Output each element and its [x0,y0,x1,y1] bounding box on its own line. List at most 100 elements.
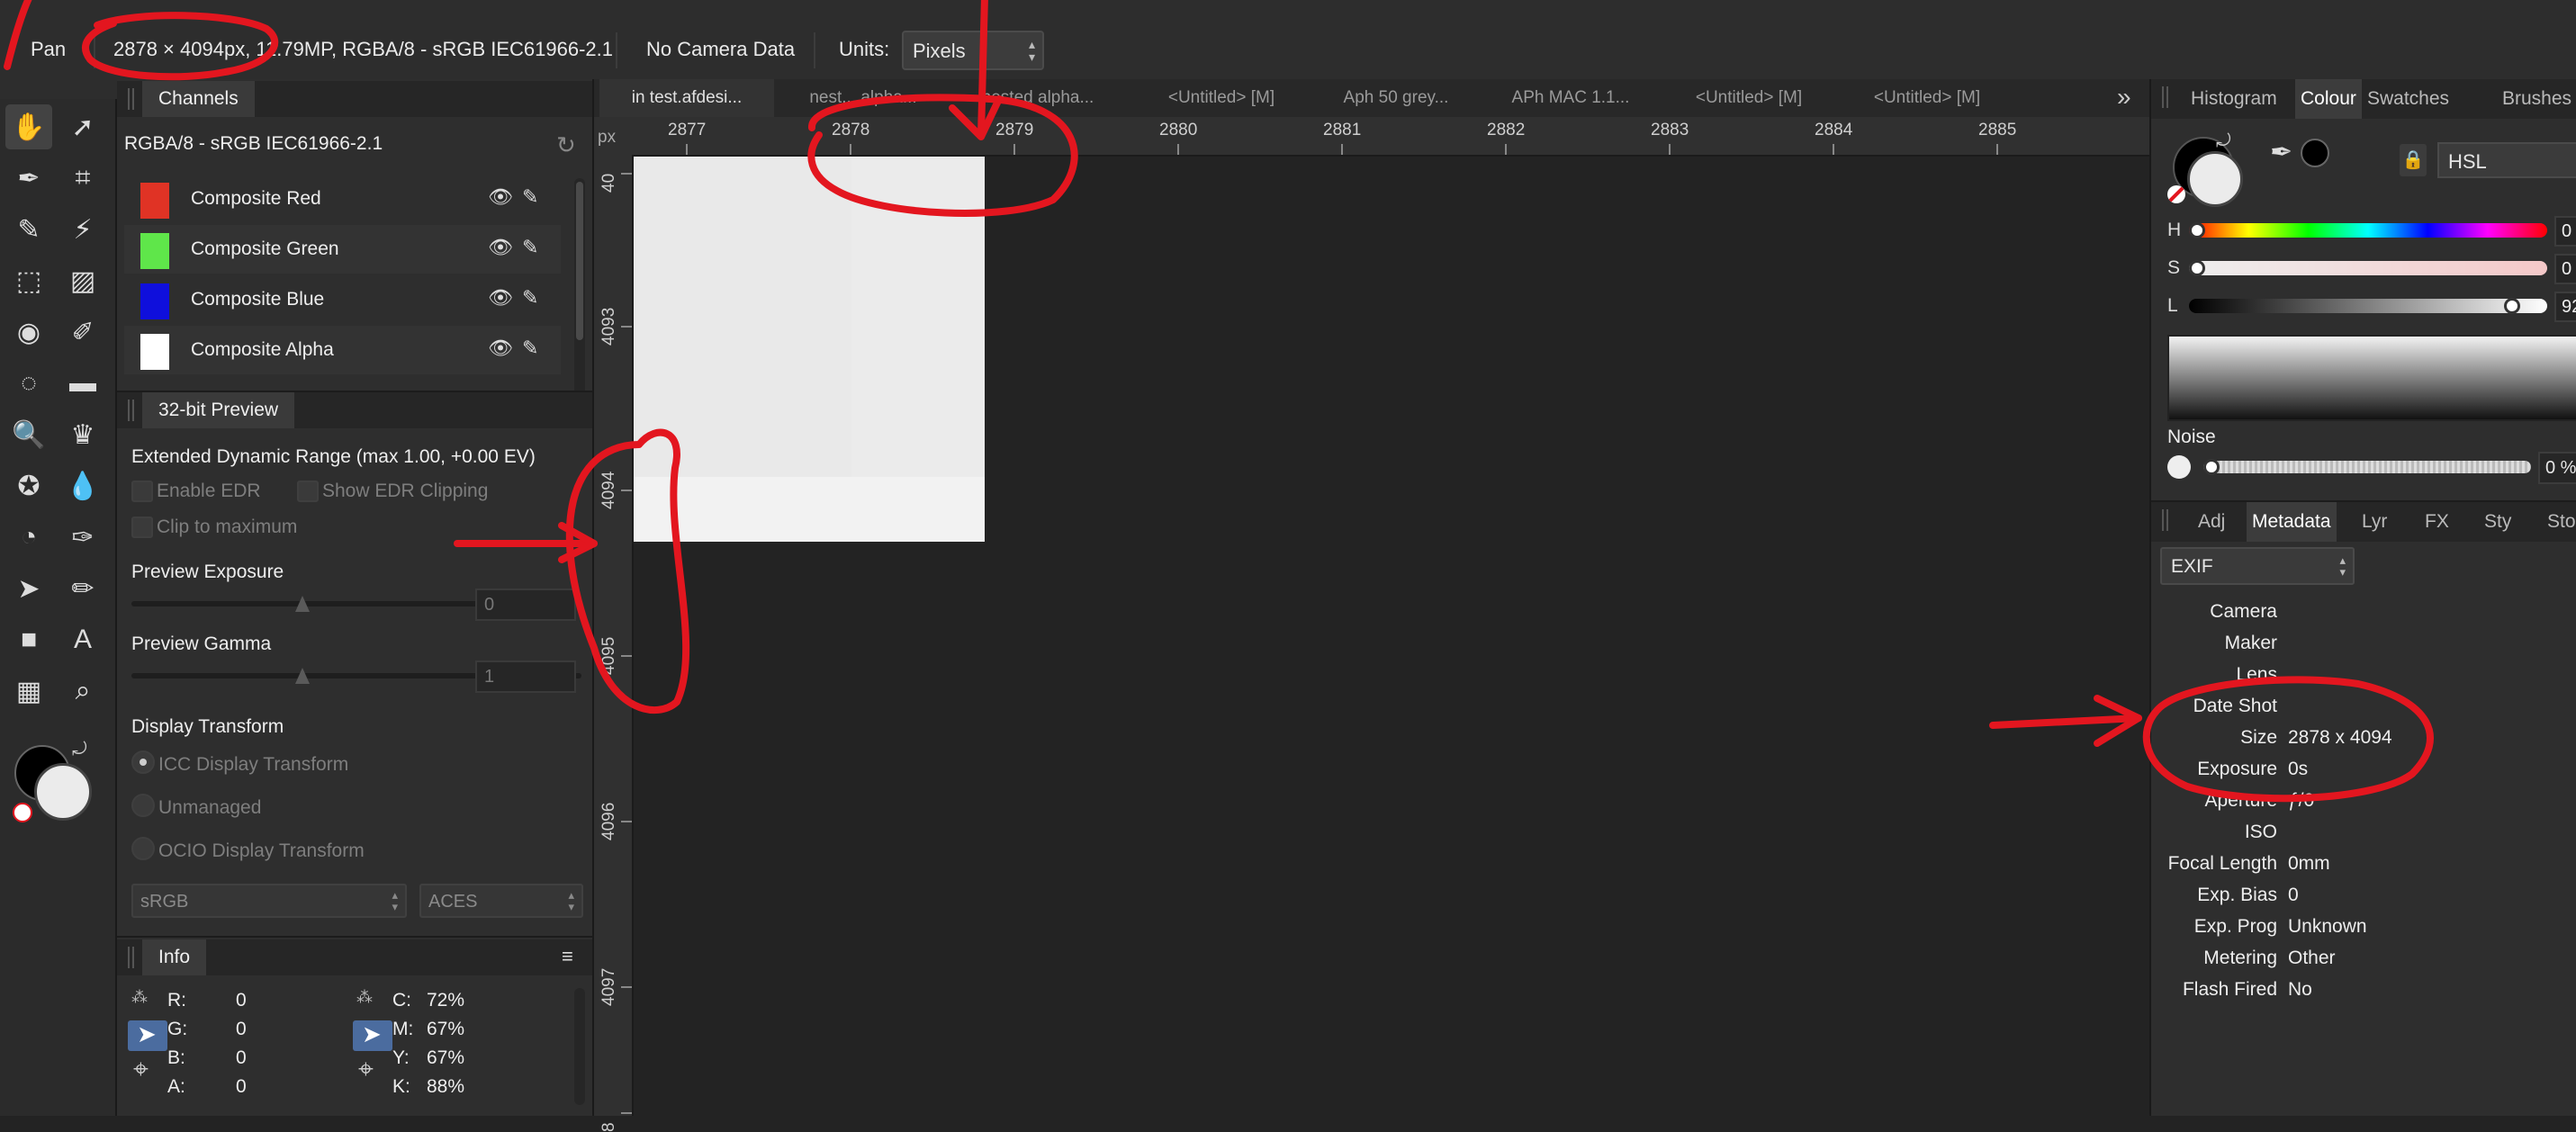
tab-lyr[interactable]: Lyr [2362,502,2387,542]
lightness-value-field[interactable]: 92 [2554,292,2576,322]
lightness-slider-handle[interactable] [2503,298,2520,314]
document-tab[interactable]: <Untitled> [M] [1840,79,2014,117]
tab-brushes[interactable]: Brushes [2502,79,2571,119]
saturation-slider-handle[interactable] [2189,260,2205,276]
reset-icon[interactable]: ↻ [556,131,576,159]
mesh-tool[interactable]: ▦ [5,669,52,714]
channel-row[interactable]: Composite Green 👁 ✎ [124,225,561,274]
tab-info[interactable]: Info [142,939,207,975]
tab-colour[interactable]: Colour [2295,79,2362,119]
eyedropper-icon[interactable]: ✒ [2270,137,2292,168]
more-tabs-icon[interactable]: » [2117,83,2131,112]
saturation-value-field[interactable]: 0 [2554,254,2576,284]
noise-slider-handle[interactable] [2203,459,2220,475]
pencil-tool[interactable]: ✏ [59,566,106,611]
tab-adj[interactable]: Adj [2198,502,2225,542]
saturation-slider[interactable] [2189,261,2547,275]
document-tab[interactable]: <Untitled> [M] [1662,79,1836,117]
swap-colours-icon[interactable]: ⤾ [2216,131,2231,152]
edit-icon[interactable]: ✎ [522,236,538,259]
edit-icon[interactable]: ✎ [522,286,538,310]
panel-menu-icon[interactable]: ≡ [562,945,573,968]
move-tool[interactable]: ➚ [59,104,106,149]
clip-to-max-checkbox[interactable] [131,517,153,538]
tab-sty[interactable]: Sty [2484,502,2511,542]
hue-value-field[interactable]: 0 [2554,216,2576,247]
no-colour-icon[interactable] [2167,185,2185,203]
crosshair-icon[interactable]: ⌖ [133,1055,149,1085]
drag-grip-icon[interactable] [128,400,137,421]
clone-tool[interactable]: ♛ [59,412,106,457]
lightness-slider[interactable] [2189,299,2547,313]
color-wheel-tool[interactable]: ◉ [5,310,52,355]
noise-value-field[interactable]: 0 % [2538,452,2576,484]
marquee-tool[interactable]: ⬚ [5,258,52,303]
rectangle-tool[interactable]: ■ [5,617,52,662]
enable-edr-checkbox[interactable] [131,481,153,502]
gamma-value-field[interactable]: 1 [475,660,576,693]
swap-colours-icon[interactable]: ⤾ [72,740,87,760]
show-edr-clipping-checkbox[interactable] [297,481,319,502]
blur-tool[interactable]: 💧 [59,463,106,508]
ocio-config-dropdown[interactable]: sRGB ▴ ▾ [131,884,407,918]
fill-colour-well[interactable] [34,763,92,821]
eye-icon[interactable]: 👁 [488,286,513,310]
units-select[interactable]: Pixels ▴ ▾ [902,31,1044,70]
eye-icon[interactable]: 👁 [488,185,513,209]
dodge-tool[interactable]: ◔ [5,515,52,560]
no-colour-icon[interactable] [13,803,32,822]
channel-row[interactable]: Composite Blue 👁 ✎ [124,275,561,324]
tab-histogram[interactable]: Histogram [2191,79,2277,119]
ocio-view-dropdown[interactable]: ACES ▴ ▾ [419,884,583,918]
tab-swatches[interactable]: Swatches [2367,79,2449,119]
brush-tool[interactable]: ✐ [59,310,106,355]
pan-tool[interactable]: ✋ [5,104,52,149]
ocio-radio[interactable] [131,837,155,860]
channel-row[interactable]: Composite Alpha 👁 ✎ [124,326,561,374]
exposure-value-field[interactable]: 0 [475,588,576,621]
sponge-tool[interactable]: ✪ [5,463,52,508]
document-tab[interactable]: Aph 50 grey... [1309,79,1483,117]
document-tab[interactable]: nested alpha... [950,79,1125,117]
flood-fill-tool[interactable]: ▨ [59,258,106,303]
drag-grip-icon[interactable] [128,88,137,110]
paint-brush-tool[interactable]: ✎ [5,207,52,252]
crosshair-icon[interactable]: ⌖ [358,1055,374,1085]
hue-slider[interactable] [2189,223,2547,238]
channel-row[interactable]: Composite Red 👁 ✎ [124,175,561,223]
document-tab[interactable]: nest... alpha... [776,79,950,117]
info-scrollbar[interactable] [574,988,585,1105]
metadata-preset-dropdown[interactable]: EXIF ▴ ▾ [2160,547,2355,585]
drag-grip-icon[interactable] [128,947,137,968]
magnifier-tool[interactable]: ⌕ [59,669,106,714]
crop-tool[interactable]: ⌗ [59,156,106,201]
colour-gradient-box[interactable] [2167,335,2576,421]
magic-wand-tool[interactable]: ⚡ [59,207,106,252]
tab-32bit-preview[interactable]: 32-bit Preview [142,392,295,428]
noise-slider[interactable] [2203,461,2531,473]
document-tab[interactable]: APh MAC 1.1... [1483,79,1658,117]
tab-sto[interactable]: Sto [2547,502,2576,542]
selection-brush-tool[interactable]: ◌ [5,361,52,406]
eraser-tool[interactable]: ▬ [59,361,106,406]
colour-model-dropdown[interactable]: HSL [2437,142,2576,178]
icc-radio[interactable] [131,750,155,774]
node-tool[interactable]: ➤ [5,566,52,611]
lock-icon[interactable]: 🔒 [2400,144,2427,176]
hue-slider-handle[interactable] [2189,222,2205,238]
edit-icon[interactable]: ✎ [522,337,538,360]
channels-scrollbar[interactable] [574,178,585,423]
document-tab[interactable]: <Untitled> [M] [1134,79,1309,117]
tab-channels[interactable]: Channels [142,81,255,117]
color-picker-tool[interactable]: ✒ [5,156,52,201]
text-tool[interactable]: A [59,617,106,662]
tab-fx[interactable]: FX [2425,502,2449,542]
unmanaged-radio[interactable] [131,794,155,817]
tab-metadata[interactable]: Metadata [2247,502,2337,542]
eye-icon[interactable]: 👁 [488,337,513,360]
picked-colour-swatch[interactable] [2301,139,2329,167]
edit-icon[interactable]: ✎ [522,185,538,209]
document-tab[interactable]: in test.afdesi... [599,79,774,117]
document-canvas[interactable] [634,157,2149,1116]
fill-colour-well[interactable] [2187,151,2243,207]
